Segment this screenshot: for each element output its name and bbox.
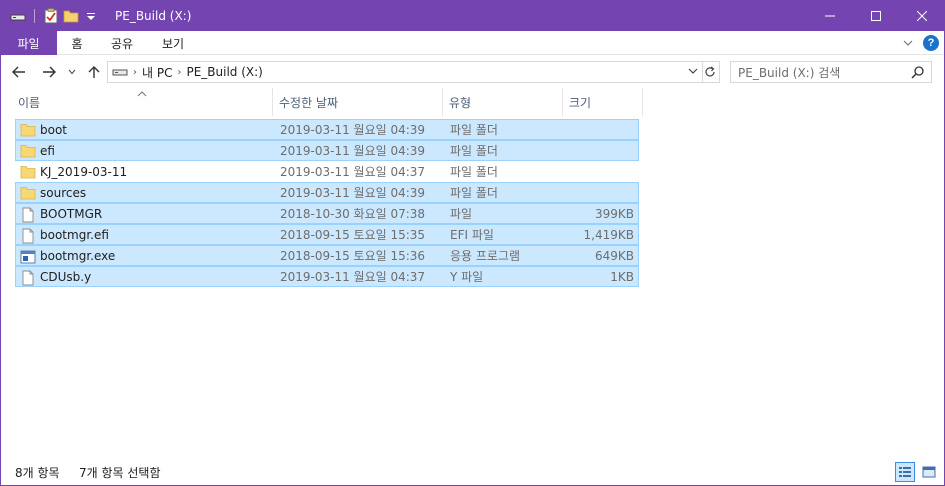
forward-arrow-icon[interactable] (40, 62, 58, 82)
drive-icon[interactable] (8, 0, 28, 31)
file-size: 649KB (594, 248, 634, 263)
title-bar: PE_Build (X:) (0, 0, 945, 31)
file-type: EFI 파일 (450, 228, 494, 242)
selected-count: 7개 항목 선택함 (79, 465, 161, 480)
folder-icon (20, 186, 36, 200)
file-name: efi (40, 143, 55, 158)
folder-icon (20, 144, 36, 158)
column-header-name[interactable]: 이름 (12, 88, 273, 116)
tab-share[interactable]: 공유 (97, 31, 147, 55)
drive-icon (112, 67, 128, 77)
file-type: 파일 폴더 (450, 144, 498, 158)
file-row[interactable]: boot 2019-03-11 월요일 04:39 파일 폴더 (15, 119, 639, 140)
file-name: BOOTMGR (40, 206, 103, 221)
file-type: Y 파일 (450, 270, 484, 284)
file-date: 2019-03-11 월요일 04:39 (280, 186, 426, 200)
search-input[interactable]: PE_Build (X:) 검색 (730, 61, 932, 83)
navigation-bar: › 내 PC › PE_Build (X:) PE_Build (X:) 검색 (0, 56, 945, 88)
file-date: 2019-03-11 월요일 04:37 (280, 165, 426, 179)
file-name: bootmgr.exe (40, 248, 116, 263)
file-icon (20, 207, 36, 223)
file-date: 2018-09-15 토요일 15:36 (280, 249, 426, 263)
breadcrumb-pe-build[interactable]: PE_Build (X:) (186, 65, 262, 79)
exe-icon (20, 249, 36, 264)
column-header-size-label: 크기 (569, 95, 592, 110)
window-title: PE_Build (X:) (115, 8, 192, 23)
breadcrumb-separator-icon[interactable]: › (177, 67, 181, 78)
file-date: 2018-10-30 화요일 07:38 (280, 207, 426, 221)
address-bar[interactable]: › 내 PC › PE_Build (X:) (107, 61, 703, 83)
back-arrow-icon[interactable] (10, 62, 28, 82)
file-type: 응용 프로그램 (450, 249, 521, 263)
file-row[interactable]: CDUsb.y 2019-03-11 월요일 04:37 Y 파일 1KB (15, 266, 639, 287)
column-header-type-label: 유형 (449, 95, 472, 110)
column-header-date-label: 수정한 날짜 (279, 95, 339, 110)
file-type: 파일 폴더 (450, 165, 498, 179)
file-icon (20, 228, 36, 244)
details-view-icon[interactable] (895, 462, 915, 482)
search-placeholder: PE_Build (X:) 검색 (738, 65, 841, 80)
file-row[interactable]: bootmgr.exe 2018-09-15 토요일 15:36 응용 프로그램 64… (15, 245, 639, 266)
folder-icon (20, 123, 36, 137)
ribbon: 파일 홈 공유 보기 ? (0, 31, 945, 55)
status-bar: 8개 항목 7개 항목 선택함 (0, 460, 945, 484)
file-type: 파일 폴더 (450, 123, 498, 137)
file-row[interactable]: BOOTMGR 2018-10-30 화요일 07:38 파일 399KB (15, 203, 639, 224)
column-header-date[interactable]: 수정한 날짜 (273, 88, 443, 116)
close-button[interactable] (899, 0, 945, 31)
file-row[interactable]: efi 2019-03-11 월요일 04:39 파일 폴더 (15, 140, 639, 161)
file-icon (20, 270, 36, 286)
breadcrumb-this-pc[interactable]: 내 PC (142, 64, 172, 81)
file-date: 2019-03-11 월요일 04:37 (280, 270, 426, 284)
file-name: boot (40, 122, 68, 137)
file-list: boot 2019-03-11 월요일 04:39 파일 폴더 efi 2019-03-… (15, 119, 639, 287)
search-icon[interactable] (911, 65, 925, 82)
breadcrumb-separator-icon[interactable]: › (133, 67, 137, 78)
file-name: CDUsb.y (40, 269, 92, 284)
file-row[interactable]: sources 2019-03-11 월요일 04:39 파일 폴더 (15, 182, 639, 203)
file-size: 1KB (610, 269, 634, 284)
file-name: sources (40, 185, 87, 200)
customize-toolbar-icon[interactable] (81, 0, 101, 31)
refresh-icon[interactable] (700, 61, 720, 83)
column-header-name-label: 이름 (18, 95, 41, 110)
tab-home[interactable]: 홈 (57, 31, 97, 55)
maximize-button[interactable] (853, 0, 899, 31)
recent-locations-icon[interactable] (66, 62, 78, 82)
folder-icon (20, 165, 36, 179)
file-type: 파일 (450, 207, 473, 221)
expand-ribbon-icon[interactable] (903, 36, 913, 50)
help-icon[interactable]: ? (923, 35, 939, 51)
file-date: 2019-03-11 월요일 04:39 (280, 123, 426, 137)
address-dropdown-icon[interactable] (688, 67, 698, 75)
file-size: 399KB (594, 206, 634, 221)
new-folder-icon[interactable] (61, 0, 81, 31)
tab-view[interactable]: 보기 (147, 31, 199, 55)
file-size: 1,419KB (583, 227, 634, 242)
item-count: 8개 항목 (15, 465, 60, 480)
tab-file[interactable]: 파일 (0, 31, 57, 55)
column-header-size[interactable]: 크기 (563, 88, 643, 116)
column-headers: 이름 수정한 날짜 유형 크기 (0, 88, 945, 116)
file-name: bootmgr.efi (40, 227, 109, 242)
column-header-type[interactable]: 유형 (443, 88, 563, 116)
file-type: 파일 폴더 (450, 186, 498, 200)
up-arrow-icon[interactable] (86, 62, 102, 82)
properties-icon[interactable] (41, 0, 61, 31)
file-row[interactable]: KJ_2019-03-11 2019-03-11 월요일 04:37 파일 폴더 (15, 161, 639, 182)
file-date: 2018-09-15 토요일 15:35 (280, 228, 426, 242)
quick-access-toolbar (0, 0, 101, 31)
file-date: 2019-03-11 월요일 04:39 (280, 144, 426, 158)
large-icons-view-icon[interactable] (919, 462, 939, 482)
file-row[interactable]: bootmgr.efi 2018-09-15 토요일 15:35 EFI 파일 1,4… (15, 224, 639, 245)
minimize-button[interactable] (807, 0, 853, 31)
file-name: KJ_2019-03-11 (40, 164, 128, 179)
